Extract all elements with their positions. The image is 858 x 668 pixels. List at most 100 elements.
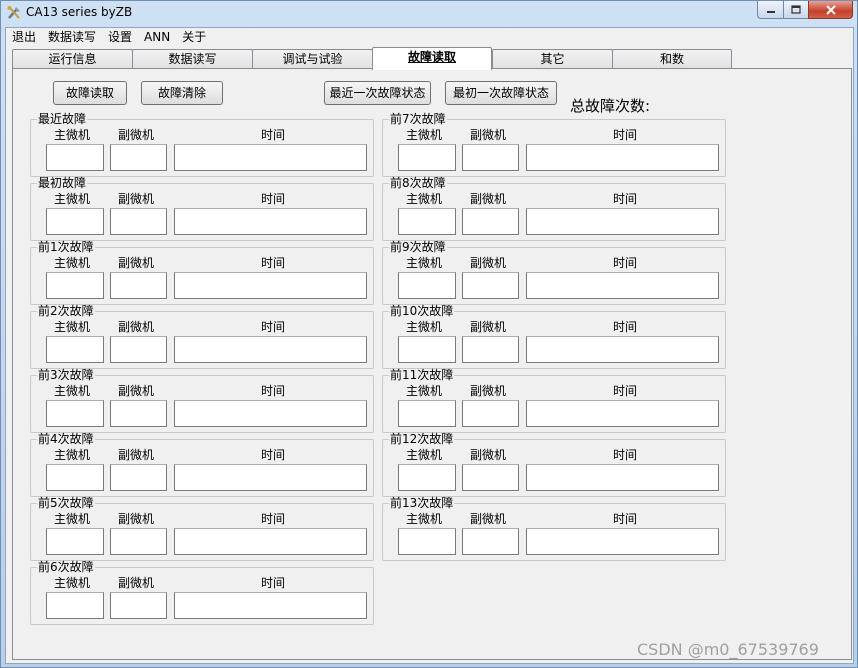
- time-label: 时间: [261, 384, 286, 398]
- sub-cpu-field[interactable]: [462, 528, 519, 555]
- main-cpu-field[interactable]: [46, 272, 104, 299]
- tab-data-rw[interactable]: 数据读写: [132, 49, 253, 69]
- time-field[interactable]: [526, 208, 719, 235]
- menu-about[interactable]: 关于: [176, 28, 212, 47]
- time-field[interactable]: [174, 272, 367, 299]
- fault-group-title: 前9次故障: [389, 240, 447, 254]
- time-field[interactable]: [526, 272, 719, 299]
- window-title: CA13 series byZB: [26, 5, 133, 19]
- main-cpu-field[interactable]: [398, 272, 456, 299]
- maximize-button[interactable]: [783, 1, 809, 19]
- fault-group: 前5次故障 主微机 副微机 时间: [30, 497, 374, 561]
- fault-group-title: 前7次故障: [389, 112, 447, 126]
- main-cpu-field[interactable]: [46, 464, 104, 491]
- sub-cpu-field[interactable]: [110, 464, 167, 491]
- main-cpu-label: 主微机: [406, 320, 443, 334]
- time-label: 时间: [613, 192, 638, 206]
- fault-group-title: 前12次故障: [389, 432, 455, 446]
- time-field[interactable]: [174, 464, 367, 491]
- fault-group: 前4次故障 主微机 副微机 时间: [30, 433, 374, 497]
- time-field[interactable]: [174, 208, 367, 235]
- app-window: CA13 series byZB 退出 数据读写 设置 ANN 关于 运行信息 …: [0, 0, 858, 668]
- tab-other[interactable]: 其它: [492, 49, 613, 69]
- first-fault-state-button[interactable]: 最初一次故障状态: [445, 81, 557, 105]
- sub-cpu-label: 副微机: [118, 192, 155, 206]
- main-cpu-field[interactable]: [46, 592, 104, 619]
- fault-read-panel: 故障读取 故障清除 最近一次故障状态 最初一次故障状态 总故障次数: 最近故障主…: [12, 68, 852, 660]
- latest-fault-state-button[interactable]: 最近一次故障状态: [324, 81, 431, 105]
- main-cpu-field[interactable]: [46, 336, 104, 363]
- menu-ann[interactable]: ANN: [138, 28, 176, 47]
- sub-cpu-field[interactable]: [462, 400, 519, 427]
- sub-cpu-field[interactable]: [462, 336, 519, 363]
- tab-run-info[interactable]: 运行信息: [12, 49, 133, 69]
- clear-faults-button[interactable]: 故障清除: [141, 81, 223, 105]
- time-field[interactable]: [174, 400, 367, 427]
- main-cpu-field[interactable]: [398, 208, 456, 235]
- sub-cpu-label: 副微机: [118, 512, 155, 526]
- sub-cpu-field[interactable]: [110, 272, 167, 299]
- menu-bar: 退出 数据读写 设置 ANN 关于: [6, 28, 853, 47]
- time-label: 时间: [613, 384, 638, 398]
- sub-cpu-label: 副微机: [470, 256, 507, 270]
- main-cpu-field[interactable]: [398, 336, 456, 363]
- tab-debug-test[interactable]: 调试与试验: [252, 49, 373, 69]
- sub-cpu-field[interactable]: [110, 208, 167, 235]
- time-field[interactable]: [526, 464, 719, 491]
- sub-cpu-field[interactable]: [462, 144, 519, 171]
- time-field[interactable]: [174, 144, 367, 171]
- tab-fault-read[interactable]: 故障读取: [372, 47, 492, 70]
- fault-group-title: 最近故障: [37, 112, 88, 126]
- title-bar[interactable]: CA13 series byZB: [1, 1, 857, 27]
- fault-group: 前13次故障 主微机 副微机 时间: [382, 497, 726, 561]
- time-field[interactable]: [174, 528, 367, 555]
- read-faults-button[interactable]: 故障读取: [53, 81, 127, 105]
- sub-cpu-field[interactable]: [110, 144, 167, 171]
- main-cpu-field[interactable]: [46, 144, 104, 171]
- fault-group-title: 前5次故障: [37, 496, 95, 510]
- main-cpu-field[interactable]: [46, 528, 104, 555]
- sub-cpu-field[interactable]: [110, 400, 167, 427]
- menu-settings[interactable]: 设置: [102, 28, 138, 47]
- time-field[interactable]: [526, 144, 719, 171]
- main-cpu-label: 主微机: [406, 192, 443, 206]
- minimize-button[interactable]: [757, 1, 784, 19]
- menu-data-rw[interactable]: 数据读写: [42, 28, 102, 47]
- main-cpu-field[interactable]: [46, 208, 104, 235]
- main-cpu-field[interactable]: [46, 400, 104, 427]
- time-field[interactable]: [174, 592, 367, 619]
- time-field[interactable]: [526, 400, 719, 427]
- close-button[interactable]: [808, 1, 853, 19]
- main-cpu-label: 主微机: [406, 256, 443, 270]
- sub-cpu-label: 副微机: [118, 320, 155, 334]
- main-cpu-field[interactable]: [398, 144, 456, 171]
- sub-cpu-field[interactable]: [462, 272, 519, 299]
- main-cpu-field[interactable]: [398, 528, 456, 555]
- time-field[interactable]: [526, 528, 719, 555]
- tab-checksum[interactable]: 和数: [612, 49, 732, 69]
- sub-cpu-field[interactable]: [462, 464, 519, 491]
- sub-cpu-field[interactable]: [110, 592, 167, 619]
- fault-group: 前12次故障 主微机 副微机 时间: [382, 433, 726, 497]
- fault-group: 前6次故障 主微机 副微机 时间: [30, 561, 374, 625]
- time-label: 时间: [613, 448, 638, 462]
- fault-group: 前10次故障 主微机 副微机 时间: [382, 305, 726, 369]
- main-cpu-label: 主微机: [54, 576, 91, 590]
- main-cpu-label: 主微机: [54, 320, 91, 334]
- sub-cpu-label: 副微机: [118, 576, 155, 590]
- sub-cpu-label: 副微机: [118, 128, 155, 142]
- sub-cpu-field[interactable]: [110, 336, 167, 363]
- fault-group-title: 前3次故障: [37, 368, 95, 382]
- fault-group-title: 前6次故障: [37, 560, 95, 574]
- time-field[interactable]: [174, 336, 367, 363]
- sub-cpu-field[interactable]: [110, 528, 167, 555]
- main-cpu-field[interactable]: [398, 400, 456, 427]
- fault-group-title: 前8次故障: [389, 176, 447, 190]
- time-label: 时间: [261, 512, 286, 526]
- menu-exit[interactable]: 退出: [6, 28, 42, 47]
- main-cpu-field[interactable]: [398, 464, 456, 491]
- minimize-icon: [766, 10, 775, 13]
- time-field[interactable]: [526, 336, 719, 363]
- maximize-icon: [791, 5, 801, 14]
- sub-cpu-field[interactable]: [462, 208, 519, 235]
